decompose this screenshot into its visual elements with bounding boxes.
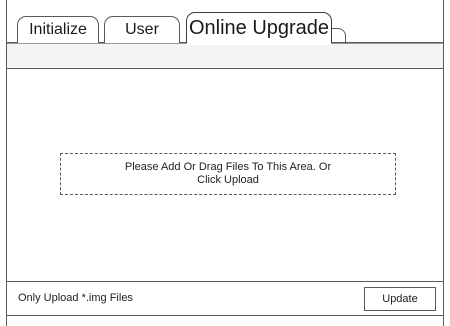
tab-bar: Initialize User Online Upgrade [7, 0, 443, 45]
tab-online-upgrade-label: Online Upgrade [188, 16, 330, 39]
upload-footer: Only Upload *.img Files Update [7, 281, 443, 316]
tab-user[interactable]: User [104, 16, 180, 43]
tab-online-upgrade[interactable]: Online Upgrade [186, 12, 332, 45]
upgrade-panel: Initialize User Online Upgrade Please Ad… [6, 0, 444, 326]
file-drop-zone[interactable]: Please Add Or Drag Files To This Area. O… [60, 153, 396, 195]
upload-area: Please Add Or Drag Files To This Area. O… [7, 69, 443, 281]
tab-initialize-label: Initialize [29, 21, 87, 38]
file-type-note: Only Upload *.img Files [18, 292, 133, 304]
tab-initialize[interactable]: Initialize [17, 16, 99, 43]
toolbar-strip [7, 43, 443, 69]
drop-zone-text: Please Add Or Drag Files To This Area. O… [124, 161, 332, 186]
tab-user-label: User [125, 21, 159, 38]
update-button[interactable]: Update [364, 287, 436, 311]
